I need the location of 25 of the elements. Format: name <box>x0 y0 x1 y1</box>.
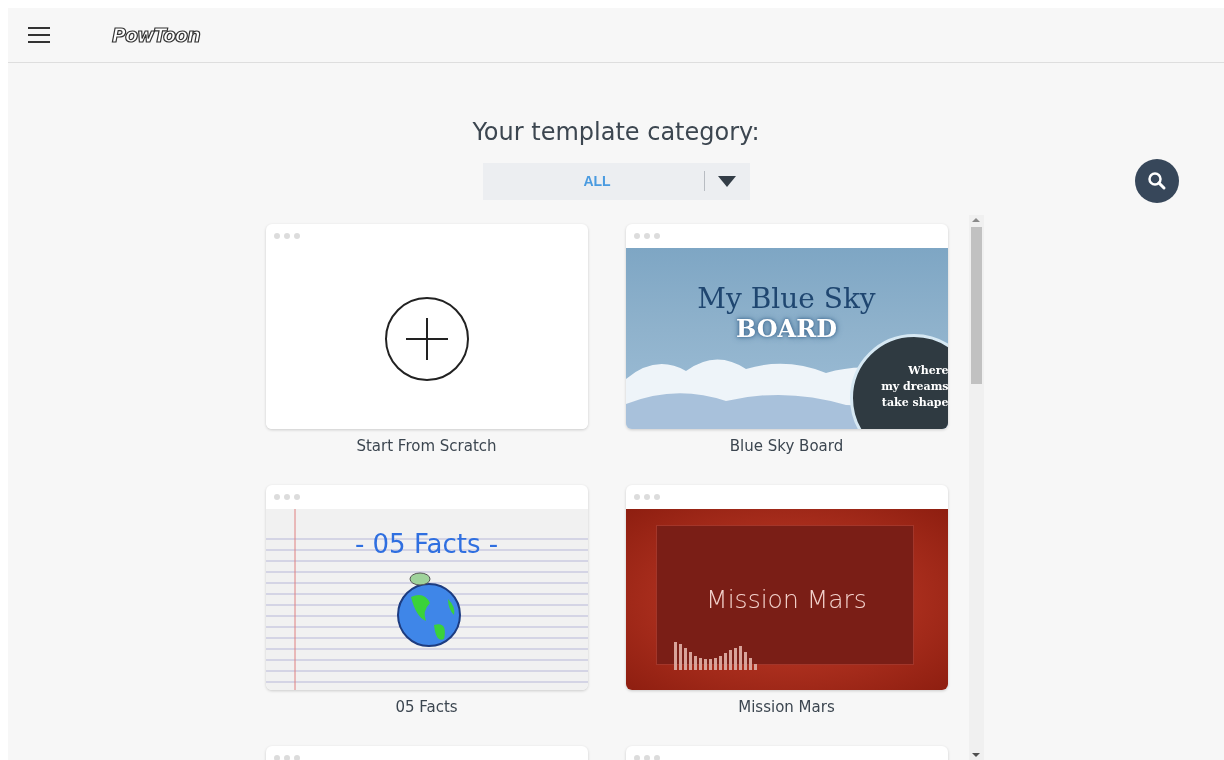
scroll-thumb[interactable] <box>970 227 982 384</box>
thumbnail-title: BOARD <box>735 314 838 343</box>
thumbnail-title: My Blue Sky <box>696 284 877 314</box>
thumbnail-title: - 05 Facts - <box>353 529 500 559</box>
category-dropdown[interactable]: ALL <box>482 162 750 200</box>
template-name: Mission Mars <box>738 698 835 716</box>
thumbnail-caption: my dreams <box>880 379 948 395</box>
scrollbar[interactable] <box>968 215 984 760</box>
scroll-up-icon[interactable] <box>972 215 980 225</box>
template-name: 05 Facts <box>395 698 458 716</box>
caret-icon <box>717 175 736 187</box>
template-card[interactable]: - 05 Facts - <box>265 485 588 690</box>
thumbnail-caption: Where <box>907 363 948 379</box>
template-name: Blue Sky Board <box>729 437 844 455</box>
page-title: Your template category: <box>471 117 761 147</box>
menu-button[interactable] <box>28 26 50 44</box>
template-name: Start From Scratch <box>356 437 497 455</box>
template-card[interactable]: My Blue Sky BOARD Where my dreams take shape <box>625 224 948 429</box>
search-icon <box>1147 171 1167 191</box>
search-button[interactable] <box>1135 159 1179 203</box>
template-card[interactable]: Mission Mars <box>625 485 948 690</box>
thumbnail-caption: take shape <box>880 395 948 411</box>
thumbnail-title: Mission Mars <box>706 585 867 614</box>
add-icon[interactable] <box>383 295 470 382</box>
scroll-down-icon[interactable] <box>972 750 980 760</box>
